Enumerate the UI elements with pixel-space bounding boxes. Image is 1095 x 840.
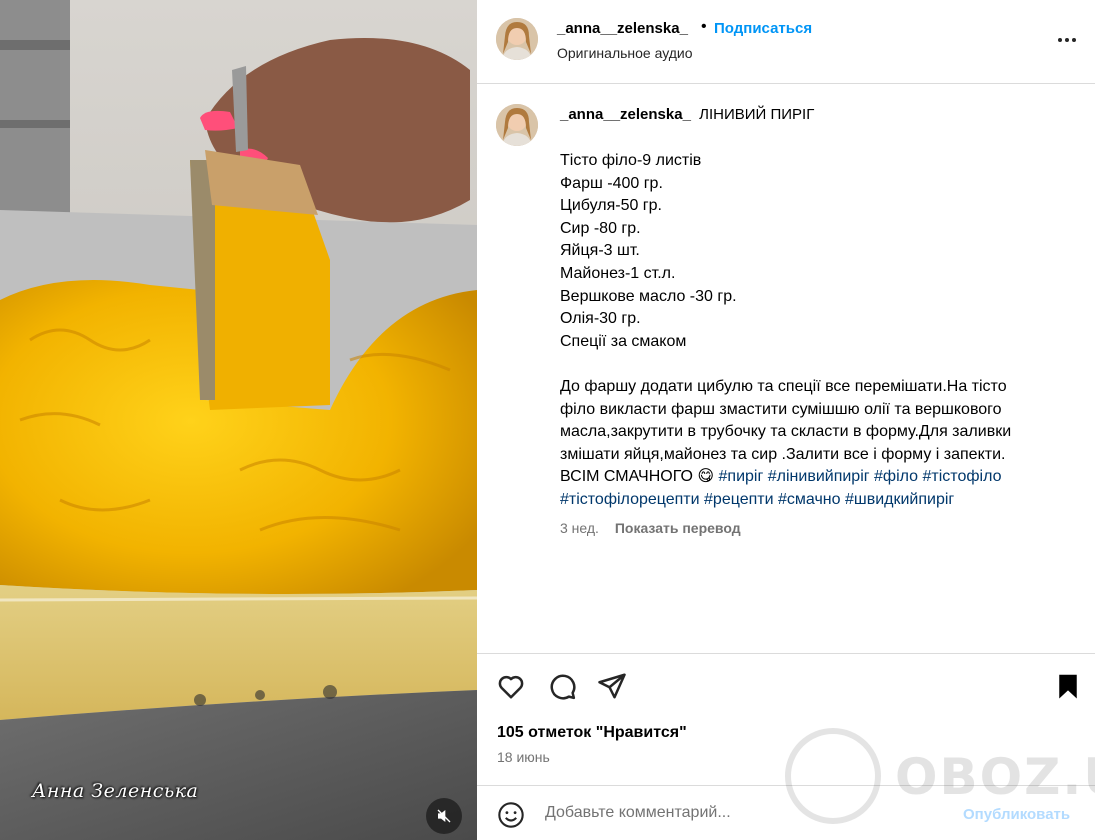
instruction-line: змішати яйця,майонез та сир .Залити все … xyxy=(560,445,1006,463)
heart-icon[interactable] xyxy=(496,671,526,701)
ingredient-line: Олія-30 гр. xyxy=(560,310,641,328)
ingredient-line: Цибуля-50 гр. xyxy=(560,197,662,215)
author-avatar[interactable] xyxy=(496,18,538,60)
caption-meta: 3 нед. Показать перевод xyxy=(560,520,741,536)
show-translation-button[interactable]: Показать перевод xyxy=(615,520,741,536)
smiley-icon[interactable] xyxy=(497,801,525,829)
ingredient-line: Спеції за смаком xyxy=(560,332,687,350)
hashtag-link[interactable]: #тістофіло xyxy=(923,468,1002,485)
caption-body: Тісто філо-9 листів Фарш -400 гр. Цибуля… xyxy=(560,150,1060,512)
post-date: 18 июнь xyxy=(497,749,550,765)
original-audio-link[interactable]: Оригинальное аудио xyxy=(557,45,693,61)
likes-count[interactable]: 105 отметок "Нравится" xyxy=(497,724,687,742)
closing-line: ВСІМ СМАЧНОГО 😋 #пиріг #лінивийпиріг #фі… xyxy=(560,466,1060,489)
hashtag-link[interactable]: #лінивийпиріг xyxy=(768,468,870,485)
instruction-line: філо викласти фарш змастити сумішшю олії… xyxy=(560,400,1002,418)
post-header: _anna__zelenska_ • Подписаться Оригиналь… xyxy=(477,0,1095,84)
caption-title: ЛІНИВИЙ ПИРІГ xyxy=(699,106,815,123)
hashtag-link[interactable]: #філо xyxy=(874,468,918,485)
hashtag-link[interactable]: #рецепти xyxy=(704,491,774,508)
avatar-image xyxy=(496,18,538,60)
instruction-line: масла,закрутити в трубочку та скласти в … xyxy=(560,423,1012,441)
mute-button[interactable] xyxy=(426,798,462,834)
pie-photo xyxy=(0,0,477,840)
comment-bubble-icon[interactable] xyxy=(547,671,577,701)
instruction-line: До фаршу додати цибулю та спеції все пер… xyxy=(560,377,1007,395)
closing-text: ВСІМ СМАЧНОГО 😋 xyxy=(560,468,715,486)
hashtag-link[interactable]: #смачно xyxy=(778,491,841,508)
post-caption: _anna__zelenska_ ЛІНИВИЙ ПИРІГ Тісто філ… xyxy=(477,84,1095,654)
comment-bar: Опубликовать xyxy=(477,786,1095,840)
ingredient-line: Фарш -400 гр. xyxy=(560,174,663,192)
ingredient-line: Майонез-1 ст.л. xyxy=(560,264,676,282)
paper-plane-icon[interactable] xyxy=(597,671,627,701)
caption-avatar[interactable] xyxy=(496,104,538,146)
post-media[interactable]: Анна Зеленська xyxy=(0,0,477,840)
comment-input[interactable] xyxy=(545,804,945,822)
publish-button[interactable]: Опубликовать xyxy=(963,806,1070,823)
hashtag-link[interactable]: #швидкийпиріг xyxy=(845,491,954,508)
hashtag-link[interactable]: #тістофілорецепти xyxy=(560,491,700,508)
post-actions: 105 отметок "Нравится" 18 июнь xyxy=(477,654,1095,794)
bookmark-icon[interactable] xyxy=(1053,671,1083,701)
speaker-muted-icon xyxy=(437,809,451,823)
avatar-image xyxy=(496,104,538,146)
hashtag-link[interactable]: #пиріг xyxy=(719,468,764,485)
time-ago: 3 нед. xyxy=(560,520,599,536)
follow-button[interactable]: Подписаться xyxy=(714,20,812,37)
ingredient-line: Вершкове масло -30 гр. xyxy=(560,287,737,305)
ingredient-line: Яйця-3 шт. xyxy=(560,242,640,260)
more-horizontal-icon[interactable] xyxy=(1055,28,1079,52)
post-side-panel: _anna__zelenska_ • Подписаться Оригиналь… xyxy=(477,0,1095,840)
caption-heading: _anna__zelenska_ ЛІНИВИЙ ПИРІГ xyxy=(560,106,814,123)
separator-dot: • xyxy=(701,18,707,35)
ingredient-line: Тісто філо-9 листів xyxy=(560,152,702,169)
author-username[interactable]: _anna__zelenska_ xyxy=(557,20,688,37)
hashtag-line: #тістофілорецепти #рецепти #смачно #швид… xyxy=(560,489,1060,512)
caption-username[interactable]: _anna__zelenska_ xyxy=(560,106,691,123)
author-signature: Анна Зеленська xyxy=(32,780,199,802)
ingredient-line: Сир -80 гр. xyxy=(560,219,641,237)
